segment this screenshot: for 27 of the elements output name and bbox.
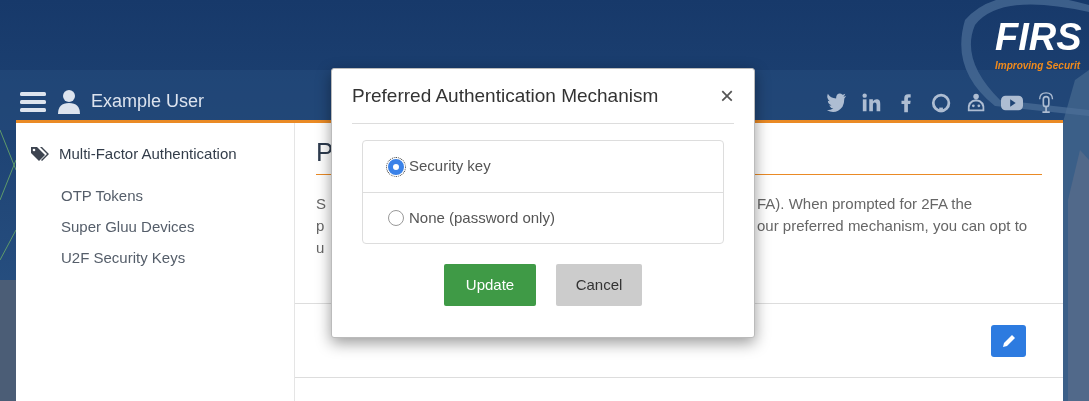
text-fragment: u bbox=[316, 238, 325, 258]
option-label[interactable]: None (password only) bbox=[409, 206, 555, 230]
user-name[interactable]: Example User bbox=[91, 88, 205, 115]
tags-icon bbox=[31, 146, 50, 163]
cancel-button[interactable]: Cancel bbox=[556, 264, 642, 306]
dialog-title: Preferred Authentication Mechanism bbox=[352, 83, 659, 108]
close-button[interactable]: × bbox=[720, 84, 734, 108]
logo-text: FIRS bbox=[995, 15, 1082, 60]
description-text: FA). When prompted for 2FA the bbox=[757, 194, 973, 214]
radio-button[interactable] bbox=[388, 210, 404, 226]
text-fragment: S bbox=[316, 194, 326, 214]
user-icon[interactable] bbox=[58, 89, 80, 114]
twitter-icon[interactable] bbox=[826, 91, 848, 115]
page-heading: P bbox=[316, 136, 334, 169]
sidebar-link[interactable]: U2F Security Keys bbox=[61, 247, 294, 267]
pencil-icon bbox=[1001, 333, 1016, 348]
option-label[interactable]: Security key bbox=[409, 155, 491, 178]
sidebar-section-title[interactable]: Multi-Factor Authentication bbox=[59, 143, 237, 166]
sidebar-link[interactable]: Super Gluu Devices bbox=[61, 216, 294, 236]
sidebar-link[interactable]: OTP Tokens bbox=[61, 185, 294, 205]
logo-tagline: Improving Securit bbox=[995, 60, 1082, 72]
description-text: our preferred mechanism, you can opt to bbox=[757, 216, 1028, 236]
menu-icon[interactable] bbox=[20, 90, 46, 113]
radio-button[interactable] bbox=[388, 158, 404, 175]
update-button[interactable]: Update bbox=[444, 264, 536, 306]
edit-button[interactable] bbox=[991, 324, 1026, 357]
text-fragment: p bbox=[316, 216, 325, 236]
